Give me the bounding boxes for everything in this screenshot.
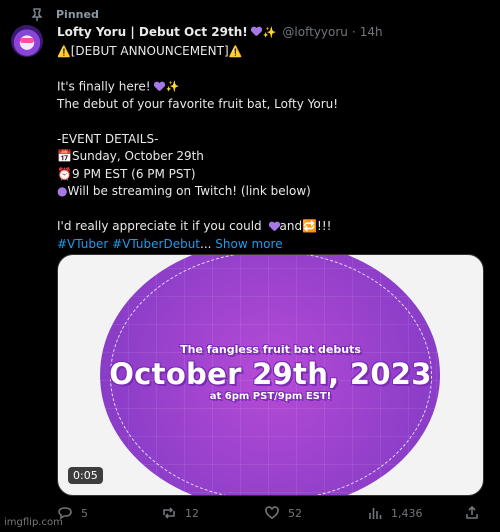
hashtag-vtuberdebut[interactable]: #VTuberDebut: [112, 237, 200, 251]
show-more-link[interactable]: Show more: [215, 237, 282, 251]
sparkles-icon: ✨: [262, 25, 277, 39]
announcement-line: ⚠️[DEBUT ANNOUNCEMENT]⚠️: [57, 43, 482, 61]
appreciate-mid: and: [279, 219, 303, 234]
calendar-icon: 📅: [57, 149, 72, 164]
like-count: 52: [288, 506, 302, 520]
pinned-indicator: Pinned: [30, 6, 99, 22]
appreciate-suffix: !!!: [317, 219, 332, 234]
finally-text: It's finally here!: [57, 79, 151, 94]
avatar[interactable]: [11, 25, 43, 57]
tweet-header: Lofty Yoru | Debut Oct 29th! ✨ @loftyyor…: [57, 25, 383, 39]
warning-icon: ⚠️: [57, 45, 71, 58]
pin-icon: [30, 7, 44, 21]
video-subheading: The fangless fruit bat debuts: [180, 343, 361, 356]
repost-button[interactable]: 12: [161, 505, 199, 521]
reply-count: 5: [81, 506, 88, 520]
share-icon: [466, 505, 478, 519]
views-count: 1,436: [391, 506, 423, 520]
pinned-label: Pinned: [56, 7, 99, 21]
time-line: ⏰9 PM EST (6 PM PST): [57, 166, 482, 184]
like-button[interactable]: 52: [264, 505, 302, 521]
purple-heart-icon: [251, 27, 262, 37]
video-headline: October 29th, 2023: [109, 357, 432, 391]
purple-heart-icon: [154, 82, 165, 92]
repeat-emoji-icon: 🔁: [302, 219, 318, 234]
purple-heart-icon: [269, 222, 280, 232]
watermark: imgflip.com: [4, 517, 63, 528]
views-chart-icon: [369, 508, 382, 519]
share-button[interactable]: [464, 505, 488, 521]
stream-text: Will be streaming on Twitch! (link below…: [67, 184, 311, 199]
hashtag-vtuber[interactable]: #VTuber: [57, 237, 108, 251]
announcement-text: [DEBUT ANNOUNCEMENT]: [70, 44, 229, 58]
ellipsis: ...: [200, 236, 212, 251]
time-text: 9 PM EST (6 PM PST): [71, 166, 196, 181]
repost-icon: [163, 507, 175, 519]
finally-line: It's finally here! ✨: [57, 78, 482, 96]
hashtags-line: #VTuber #VTuberDebut... Show more: [57, 236, 482, 254]
purple-circle-icon: ●: [57, 184, 68, 199]
views-button[interactable]: 1,436: [367, 505, 423, 521]
stream-line: ●Will be streaming on Twitch! (link belo…: [57, 183, 482, 201]
display-name[interactable]: Lofty Yoru | Debut Oct 29th!: [57, 25, 248, 39]
repost-count: 12: [185, 506, 199, 520]
clock-icon: ⏰: [57, 166, 72, 181]
video-bottom-text: at 6pm PST/9pm EST!: [209, 391, 332, 402]
heart-outline-icon: [265, 506, 279, 519]
user-handle[interactable]: @loftyyoru: [282, 25, 347, 39]
post-time[interactable]: 14h: [360, 25, 383, 39]
warning-icon: ⚠️: [228, 45, 243, 58]
appreciate-line: I'd really appreciate it if you could an…: [57, 218, 482, 236]
details-heading: -EVENT DETAILS-: [57, 131, 159, 146]
appreciate-prefix: I'd really appreciate it if you could: [57, 219, 266, 234]
debut-line: The debut of your favorite fruit bat, Lo…: [57, 96, 339, 111]
header-separator: ·: [351, 25, 356, 39]
video-media[interactable]: The fangless fruit bat debuts October 29…: [57, 254, 484, 496]
date-text: Sunday, October 29th: [71, 149, 204, 164]
tweet-body: ⚠️[DEBUT ANNOUNCEMENT]⚠️ It's finally he…: [57, 43, 482, 253]
date-line: 📅Sunday, October 29th: [57, 148, 482, 166]
action-bar: 5 12 52 1,436: [57, 505, 482, 523]
sparkles-icon: ✨: [165, 80, 180, 93]
video-duration: 0:05: [68, 467, 103, 484]
